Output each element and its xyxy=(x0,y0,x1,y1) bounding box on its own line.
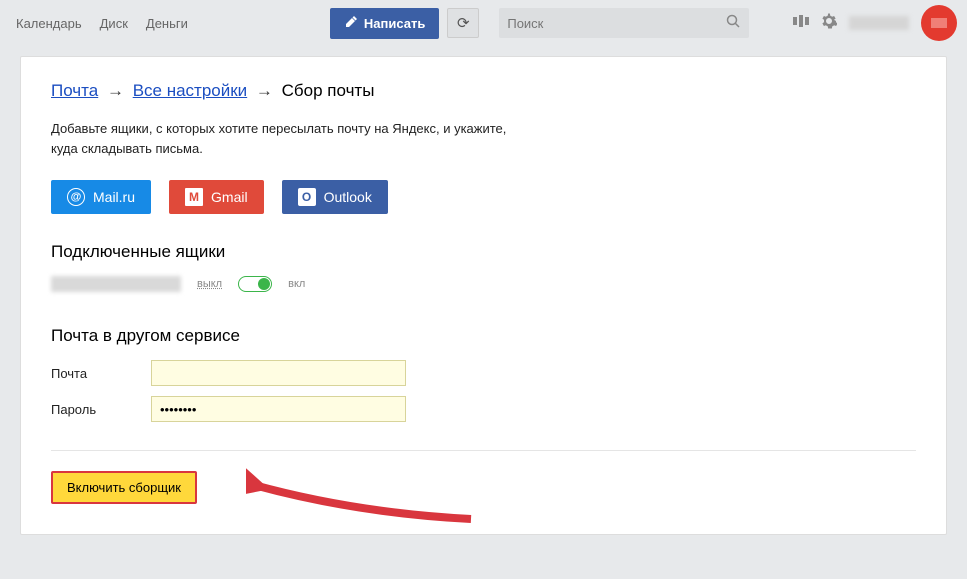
compose-button[interactable]: Написать xyxy=(330,8,439,39)
provider-mailru-button[interactable]: @ Mail.ru xyxy=(51,180,151,214)
refresh-icon: ⟳ xyxy=(457,14,470,32)
password-field[interactable] xyxy=(151,396,406,422)
enable-collector-button[interactable]: Включить сборщик xyxy=(51,471,197,504)
compose-label: Написать xyxy=(364,16,425,31)
calendar-link[interactable]: Календарь xyxy=(16,16,82,31)
settings-icon[interactable] xyxy=(821,13,837,34)
mailru-icon: @ xyxy=(67,188,85,206)
search-icon[interactable] xyxy=(726,14,741,32)
username-blurred xyxy=(849,16,909,30)
money-link[interactable]: Деньги xyxy=(146,16,188,31)
compose-icon xyxy=(344,15,358,32)
password-label: Пароль xyxy=(51,402,151,417)
provider-outlook-button[interactable]: O Outlook xyxy=(282,180,388,214)
crumb-mail[interactable]: Почта xyxy=(51,81,98,100)
divider xyxy=(51,450,916,451)
gmail-icon: M xyxy=(185,188,203,206)
provider-gmail-button[interactable]: M Gmail xyxy=(169,180,264,214)
provider-mailru-label: Mail.ru xyxy=(93,189,135,205)
provider-gmail-label: Gmail xyxy=(211,189,248,205)
crumb-all-settings[interactable]: Все настройки xyxy=(133,81,247,100)
avatar[interactable] xyxy=(921,5,957,41)
email-field[interactable] xyxy=(151,360,406,386)
disk-link[interactable]: Диск xyxy=(100,16,128,31)
toggle-on-label: вкл xyxy=(288,278,305,290)
breadcrumb: Почта → Все настройки → Сбор почты xyxy=(51,81,916,101)
other-service-title: Почта в другом сервисе xyxy=(51,326,916,346)
provider-outlook-label: Outlook xyxy=(324,189,372,205)
connected-email-blurred xyxy=(51,276,181,292)
toggle-off-label[interactable]: выкл xyxy=(197,278,222,290)
themes-icon[interactable] xyxy=(793,14,809,33)
search-box[interactable] xyxy=(499,8,749,38)
search-input[interactable] xyxy=(507,16,726,31)
toggle-switch[interactable] xyxy=(238,276,272,292)
outlook-icon: O xyxy=(298,188,316,206)
email-label: Почта xyxy=(51,366,151,381)
lead-text: Добавьте ящики, с которых хотите пересыл… xyxy=(51,119,531,158)
connected-title: Подключенные ящики xyxy=(51,242,916,262)
annotation-arrow-icon xyxy=(246,455,476,525)
crumb-current: Сбор почты xyxy=(282,81,375,100)
refresh-button[interactable]: ⟳ xyxy=(447,8,479,38)
